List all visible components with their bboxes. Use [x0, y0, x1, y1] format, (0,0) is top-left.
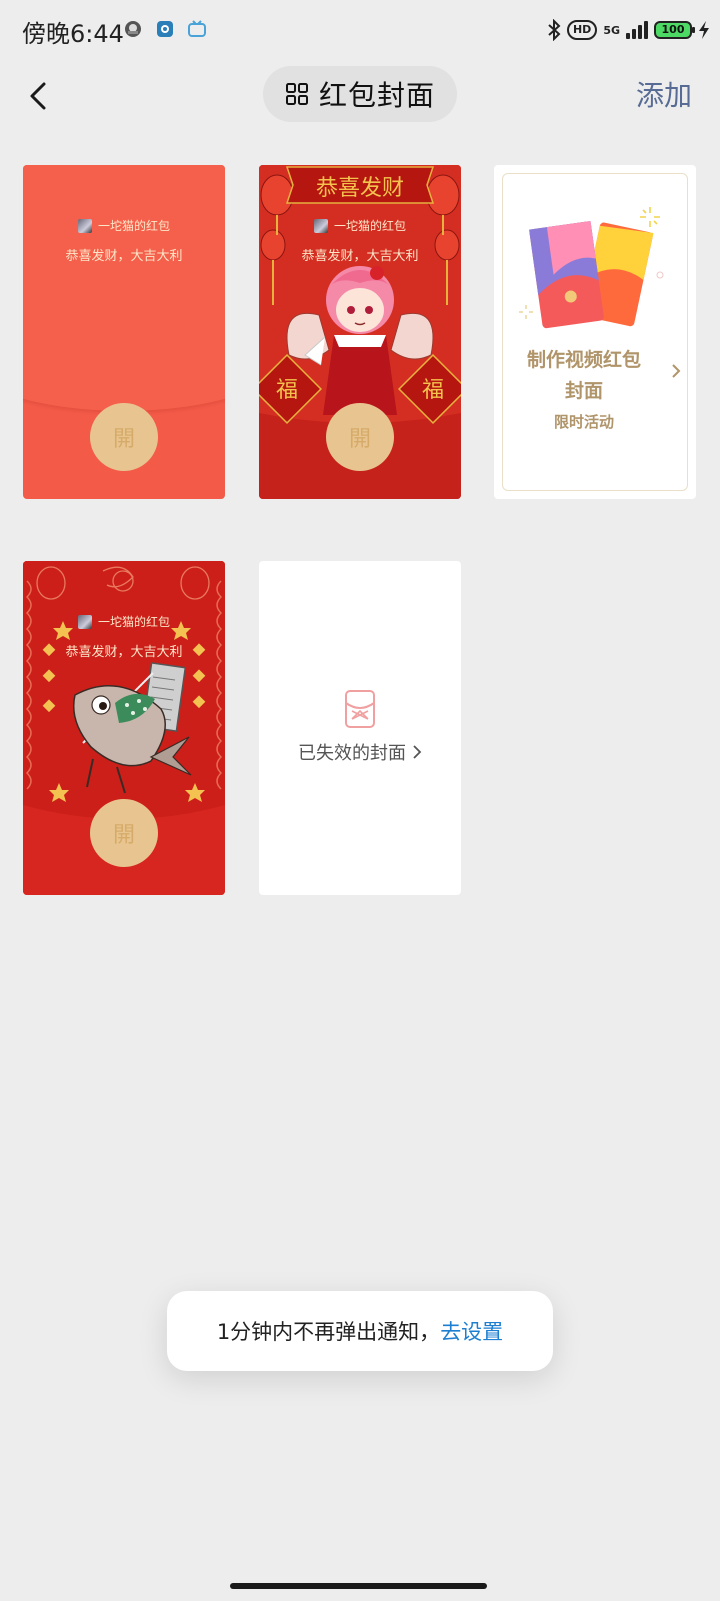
open-button: 開: [90, 799, 158, 867]
expired-covers-card[interactable]: 已失效的封面: [259, 561, 461, 895]
envelope-wish: 恭喜发财，大吉大利: [65, 645, 183, 660]
title-pill[interactable]: 红包封面: [263, 66, 457, 122]
envelope-wish: 恭喜发财，大吉大利: [65, 249, 183, 264]
grid-icon: [285, 83, 308, 105]
toast-message: 1分钟内不再弹出通知，: [216, 1320, 441, 1344]
make-video-cover-card[interactable]: 制作视频红包封面 限时活动: [494, 165, 696, 499]
battery-indicator: 100: [654, 21, 695, 39]
signal-icon: [626, 21, 648, 39]
svg-text:福: 福: [422, 378, 444, 403]
charging-icon: [699, 21, 709, 39]
hd-badge: HD: [566, 20, 598, 40]
chevron-right-icon: [672, 364, 681, 378]
home-indicator[interactable]: [230, 1583, 487, 1589]
expired-covers-link: 已失效的封面: [259, 739, 461, 765]
status-indicators: HD 5G 100: [547, 16, 710, 44]
notification-toast: 1分钟内不再弹出通知， 去设置: [167, 1291, 553, 1371]
envelope-wish: 恭喜发财，大吉大利: [301, 249, 419, 264]
tv-app-icon: [188, 20, 206, 37]
add-button[interactable]: 添加: [636, 74, 692, 114]
sender-name: 一坨猫的红包: [97, 615, 170, 629]
envelope-sender: 一坨猫的红包: [23, 217, 225, 234]
chevron-left-icon[interactable]: [18, 74, 62, 118]
cover-banner: 恭喜发财: [316, 176, 404, 201]
avatar-app-icon: [125, 21, 141, 37]
status-bar: 傍晚6:44 HD 5G 100: [0, 0, 720, 62]
envelope-flap: [23, 165, 225, 411]
cover-card-fish[interactable]: 一坨猫的红包 恭喜发财，大吉大利 開: [23, 561, 225, 895]
video-envelopes-illustration: [519, 207, 664, 329]
bluetooth-icon: [548, 19, 561, 41]
sender-avatar: [313, 218, 328, 233]
chevron-right-icon: [413, 745, 422, 759]
sender-name: 一坨猫的红包: [97, 219, 170, 233]
sender-avatar: [77, 218, 92, 233]
open-button: 開: [326, 403, 394, 471]
envelope-outline-icon: [345, 690, 375, 728]
open-button: 開: [90, 403, 158, 471]
status-time: 傍晚6:44: [22, 20, 124, 48]
sender-name: 一坨猫的红包: [333, 219, 406, 233]
envelope-sender: 一坨猫的红包: [259, 217, 461, 234]
make-cover-subtitle: 限时活动: [553, 413, 614, 431]
go-settings-link[interactable]: 去设置: [440, 1316, 503, 1346]
page-title: 红包封面: [318, 79, 435, 112]
camera-app-icon: [157, 21, 173, 37]
cover-card-plain[interactable]: 一坨猫的红包 恭喜发财，大吉大利 開: [23, 165, 225, 499]
expired-covers-label: 已失效的封面: [298, 743, 406, 764]
cover-card-anime[interactable]: 恭喜发财 福 福 一坨猫的红包 恭喜发财，大吉大利 開: [259, 165, 461, 499]
network-type: 5G: [603, 23, 620, 37]
make-cover-title: 制作视频红包封面: [526, 349, 641, 402]
svg-text:福: 福: [276, 378, 298, 403]
nav-bar: 红包封面 添加: [0, 62, 720, 128]
envelope-sender: 一坨猫的红包: [23, 613, 225, 630]
sender-avatar: [77, 614, 92, 629]
